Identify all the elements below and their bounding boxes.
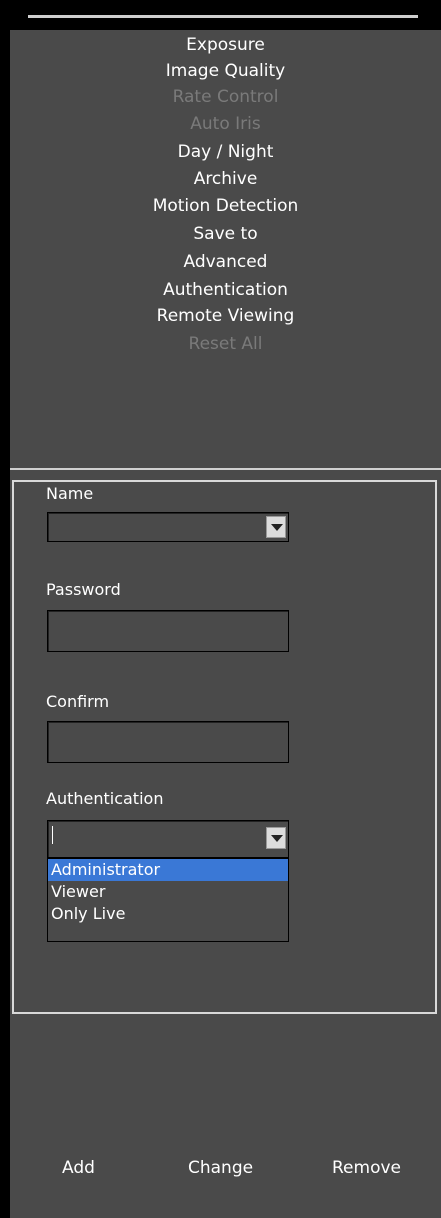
menu-item-rate-control: Rate Control xyxy=(172,87,279,107)
menu-item-save-to[interactable]: Save to xyxy=(10,221,441,247)
menu-item-archive[interactable]: Archive xyxy=(10,166,441,192)
menu-item-image-quality[interactable]: Image Quality xyxy=(10,58,441,84)
name-label: Name xyxy=(46,484,94,503)
password-field[interactable] xyxy=(47,610,289,652)
menu-item-reset-all: Reset All xyxy=(188,334,263,354)
title-bar xyxy=(10,0,441,30)
change-button[interactable]: Change xyxy=(188,1158,253,1178)
menu-item-exposure[interactable]: Exposure xyxy=(10,32,441,58)
authentication-options: Administrator Viewer Only Live xyxy=(47,858,289,942)
authentication-dropdown[interactable] xyxy=(47,820,289,858)
menu-item-remote-viewing[interactable]: Remote Viewing xyxy=(10,303,441,329)
option-viewer[interactable]: Viewer xyxy=(48,881,288,903)
confirm-field[interactable] xyxy=(47,721,289,763)
chevron-down-icon[interactable] xyxy=(266,827,286,849)
menu-item-auto-iris: Auto Iris xyxy=(190,114,261,134)
menu-item-advanced[interactable]: Advanced xyxy=(10,249,441,275)
name-dropdown[interactable] xyxy=(47,512,289,542)
title-bar-line xyxy=(28,15,418,18)
option-only-live[interactable]: Only Live xyxy=(48,903,288,925)
text-caret xyxy=(52,826,53,844)
menu-item-motion-detection[interactable]: Motion Detection xyxy=(10,193,441,219)
add-button[interactable]: Add xyxy=(62,1158,95,1178)
menu-item-authentication[interactable]: Authentication xyxy=(10,277,441,303)
password-label: Password xyxy=(46,580,121,599)
confirm-label: Confirm xyxy=(46,692,110,711)
separator-top xyxy=(10,468,441,470)
option-administrator[interactable]: Administrator xyxy=(48,859,288,881)
menu-item-day-night[interactable]: Day / Night xyxy=(10,139,441,165)
remove-button[interactable]: Remove xyxy=(332,1158,401,1178)
chevron-down-icon[interactable] xyxy=(266,516,286,538)
authentication-label: Authentication xyxy=(46,789,164,808)
